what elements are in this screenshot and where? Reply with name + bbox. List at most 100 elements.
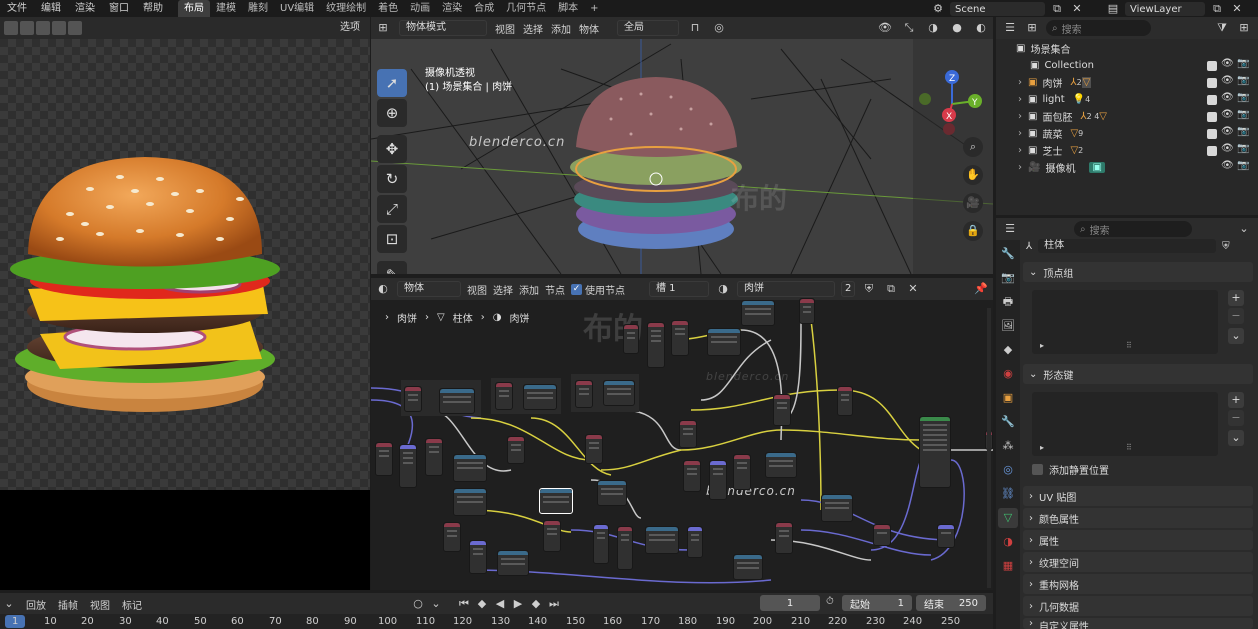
shader-node[interactable]	[617, 526, 633, 570]
vertex-group-menu-button[interactable]: ⌄	[1228, 328, 1244, 344]
pan-hand-icon[interactable]: ✋	[963, 165, 983, 185]
scene-icon[interactable]: ⚙	[930, 1, 946, 17]
data-tab-icon[interactable]: ▽	[998, 508, 1018, 528]
fake-user-icon[interactable]: ⛨	[861, 281, 877, 297]
world-tab-icon[interactable]: ◉	[998, 364, 1018, 384]
next-keyframe-icon[interactable]: ◆	[528, 596, 544, 612]
exclude-checkbox[interactable]	[1207, 146, 1217, 156]
outliner-scene-collection[interactable]: ▣ 场景集合	[996, 40, 1258, 57]
tab-rendering[interactable]: 渲染	[436, 0, 468, 17]
render-camera-icon[interactable]: 📷	[1237, 160, 1249, 171]
shader-node[interactable]	[687, 526, 703, 558]
section-remesh[interactable]: › 重构网格	[1023, 574, 1253, 594]
outliner-item-patty[interactable]: › ▣ 肉饼 ⅄ 2 ▽ 👁 📷	[996, 74, 1258, 91]
shader-node[interactable]	[453, 454, 487, 482]
node-menu-node[interactable]: 节点	[545, 282, 565, 297]
outliner-collection[interactable]: ▣ Collection 👁 📷	[996, 57, 1258, 74]
physics-tab-icon[interactable]: ◎	[998, 460, 1018, 480]
delete-scene-icon[interactable]: ✕	[1069, 1, 1085, 17]
list-resize-handle[interactable]: ⠿	[1126, 341, 1132, 350]
shader-type-dropdown[interactable]: 物体	[397, 281, 461, 297]
mesh-name-field[interactable]: 柱体	[1038, 239, 1217, 253]
select-mode-2[interactable]	[20, 21, 34, 35]
shader-node[interactable]	[453, 488, 487, 516]
material-name-field[interactable]: 肉饼	[737, 281, 835, 297]
visibility-eye-icon[interactable]: 👁	[1221, 160, 1234, 171]
visibility-eye-icon[interactable]: 👁	[1221, 109, 1234, 120]
current-frame-field[interactable]: 1	[760, 595, 820, 611]
texture-tab-icon[interactable]: ▦	[998, 556, 1018, 576]
record-icon[interactable]: ○	[410, 596, 426, 612]
viewlayer-name-field[interactable]: ViewLayer	[1125, 2, 1205, 16]
tab-animation[interactable]: 动画	[404, 0, 436, 17]
shape-key-list[interactable]: ▸ ⠿	[1032, 392, 1218, 456]
shader-node[interactable]	[623, 324, 639, 354]
shader-node[interactable]	[497, 550, 529, 576]
shader-node[interactable]	[575, 380, 593, 408]
tab-scripting[interactable]: 脚本	[552, 0, 584, 17]
visibility-eye-icon[interactable]: 👁	[1221, 58, 1234, 69]
unlink-material-icon[interactable]: ✕	[905, 281, 921, 297]
properties-type-icon[interactable]: ☰	[1002, 221, 1018, 237]
visibility-eye-icon[interactable]: 👁	[1221, 75, 1234, 86]
shader-node[interactable]	[775, 522, 793, 554]
viewport-menu-add[interactable]: 添加	[551, 21, 571, 36]
shader-node[interactable]	[645, 526, 679, 554]
lock-icon[interactable]: 🔒	[963, 221, 983, 241]
modifier-tab-icon[interactable]: 🔧	[998, 412, 1018, 432]
start-frame-field[interactable]: 起始 1	[842, 595, 912, 611]
select-mode-1[interactable]	[4, 21, 18, 35]
select-box-tool[interactable]: ➚	[377, 69, 407, 97]
cursor-tool[interactable]: ⊕	[377, 99, 407, 127]
shader-node[interactable]	[671, 320, 689, 356]
outliner-item-cheese[interactable]: › ▣ 芝士 ▽ 2 👁 📷	[996, 142, 1258, 159]
shader-node[interactable]	[593, 524, 609, 564]
shader-node[interactable]	[647, 322, 665, 368]
outliner-item-camera[interactable]: › 🎥 摄像机 ▣ 👁 📷	[996, 159, 1258, 176]
shader-node[interactable]	[741, 300, 775, 326]
shader-node[interactable]	[707, 328, 741, 356]
chevron-down-icon[interactable]: ⌄	[428, 596, 444, 612]
menu-help[interactable]: 帮助	[136, 0, 170, 17]
chevron-down-icon[interactable]: ⌄	[1236, 221, 1252, 237]
tab-sculpting[interactable]: 雕刻	[242, 0, 274, 17]
shader-node[interactable]	[709, 460, 727, 500]
exclude-checkbox[interactable]	[1207, 95, 1217, 105]
node-menu-add[interactable]: 添加	[519, 282, 539, 297]
play-reverse-icon[interactable]: ◀	[492, 596, 508, 612]
play-icon[interactable]: ▶	[510, 596, 526, 612]
outliner-item-vegetables[interactable]: › ▣ 蔬菜 ▽ 9 👁 📷	[996, 125, 1258, 142]
tab-layout[interactable]: 布局	[178, 0, 210, 17]
shader-node[interactable]	[469, 540, 487, 574]
snap-icon[interactable]: ⊓	[687, 20, 703, 36]
section-attributes[interactable]: › 属性	[1023, 530, 1253, 550]
exclude-checkbox[interactable]	[1207, 78, 1217, 88]
move-tool[interactable]: ✥	[377, 135, 407, 163]
shading-solid-icon[interactable]: ●	[949, 20, 965, 36]
object-tab-icon[interactable]: ▣	[998, 388, 1018, 408]
prev-keyframe-icon[interactable]: ◆	[474, 596, 490, 612]
add-vertex-group-button[interactable]: +	[1228, 290, 1244, 306]
camera-view-icon[interactable]: 🎥	[963, 193, 983, 213]
visibility-eye-icon[interactable]: 👁	[1221, 92, 1234, 103]
output-tab-icon[interactable]: 🖶	[998, 292, 1018, 312]
fake-user-shield-icon[interactable]: ⛨	[1222, 241, 1230, 252]
render-camera-icon[interactable]: 📷	[1237, 109, 1249, 120]
shader-node[interactable]	[773, 394, 791, 426]
proportional-edit-icon[interactable]: ◎	[711, 20, 727, 36]
shader-node[interactable]	[585, 434, 603, 464]
display-mode-icon[interactable]: ⊞	[1024, 20, 1040, 36]
outliner-search-input[interactable]: ⌕ 搜索	[1046, 20, 1151, 36]
visibility-eye-icon[interactable]: 👁	[1221, 143, 1234, 154]
add-workspace-button[interactable]: +	[584, 0, 604, 17]
delete-viewlayer-icon[interactable]: ✕	[1229, 1, 1245, 17]
visibility-eye-icon[interactable]: 👁	[1221, 126, 1234, 137]
menu-render[interactable]: 渲染	[68, 0, 102, 17]
render-camera-icon[interactable]: 📷	[1237, 126, 1249, 137]
node-menu-view[interactable]: 视图	[467, 282, 487, 297]
transform-tool[interactable]: ⊡	[377, 225, 407, 253]
node-editor-type-icon[interactable]: ◐	[375, 281, 391, 297]
principled-bsdf-node[interactable]	[919, 416, 951, 488]
clock-icon[interactable]: ⏱	[826, 596, 834, 607]
use-nodes-checkbox[interactable]: ✓	[571, 283, 582, 295]
